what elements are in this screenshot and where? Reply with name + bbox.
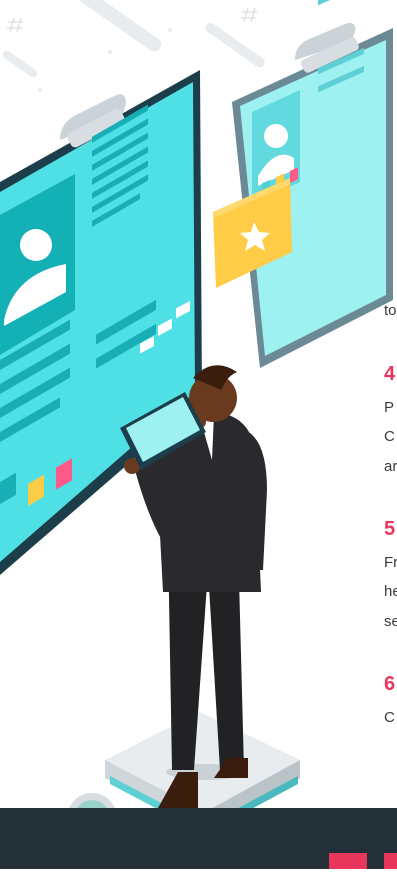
resume-illustration xyxy=(0,0,393,857)
step-text-line: se xyxy=(384,613,397,630)
step-text-line: Fr xyxy=(384,554,397,571)
step-number: 6 xyxy=(384,673,396,695)
steps-text-column: to 4 P C ar 5 Fr he se 6 C xyxy=(382,0,397,869)
footer-accent-bar xyxy=(329,853,367,869)
step-text-line: P xyxy=(384,399,395,416)
step-number: 4 xyxy=(384,363,396,385)
illustration-stage xyxy=(0,0,397,869)
step-text-line: C xyxy=(384,709,395,726)
step-text-line: ar xyxy=(384,458,397,475)
step-text-line: he xyxy=(384,583,397,600)
step-text-line: C xyxy=(384,428,395,445)
step-number: 5 xyxy=(384,518,396,540)
prior-step-tail: to xyxy=(384,302,397,319)
